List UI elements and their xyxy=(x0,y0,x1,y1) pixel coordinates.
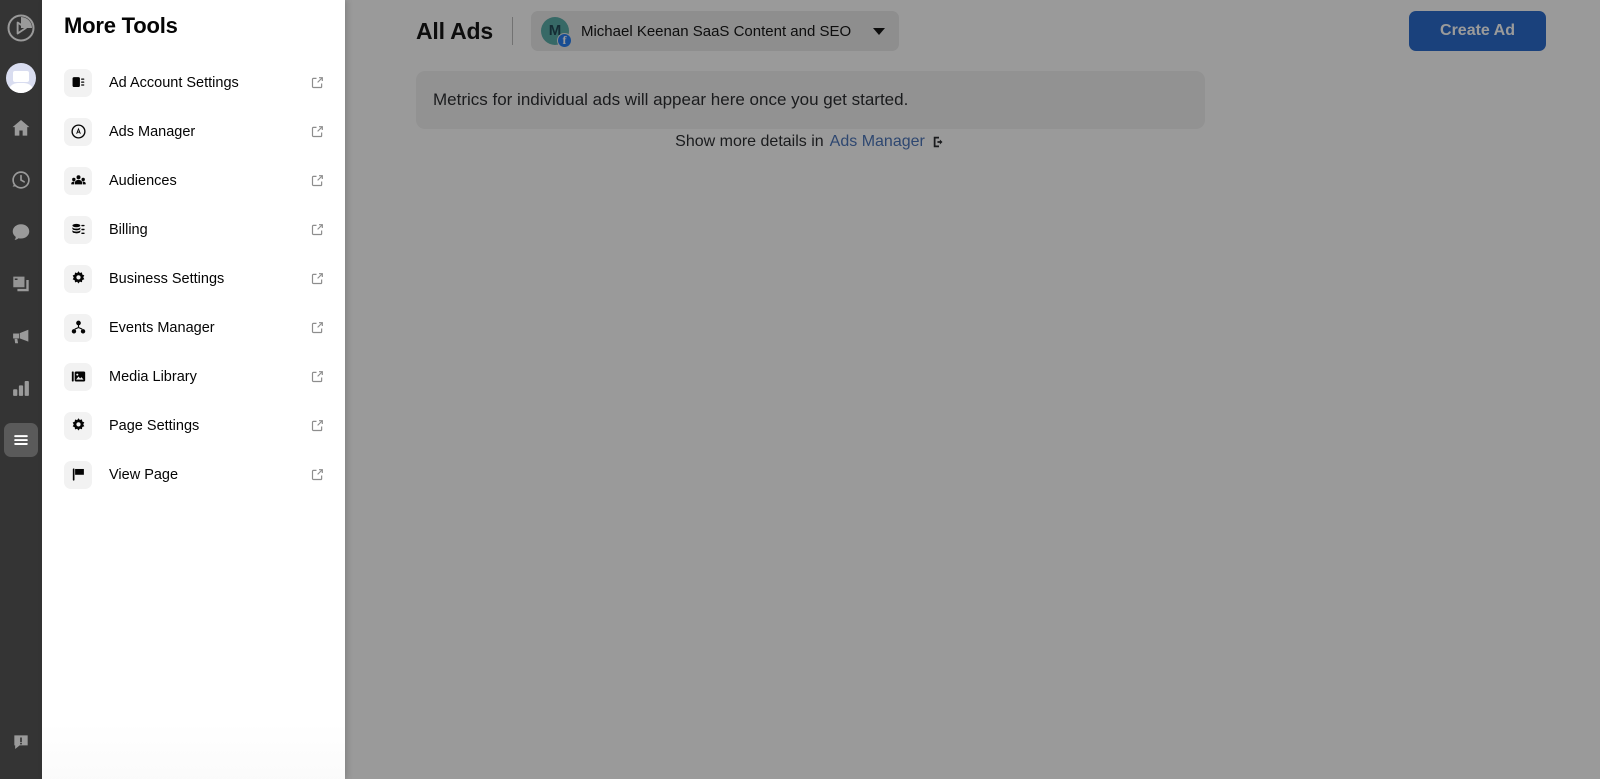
bar-chart-icon[interactable] xyxy=(4,371,38,405)
external-link-icon xyxy=(310,320,325,335)
external-link-icon xyxy=(310,124,325,139)
tool-item-audiences[interactable]: Audiences xyxy=(42,156,345,205)
external-link-icon xyxy=(310,173,325,188)
chevron-down-icon xyxy=(873,27,886,35)
panel-bottom-fade xyxy=(42,723,345,779)
background-ghost-panel xyxy=(765,738,1600,779)
page-selector-label: Michael Keenan SaaS Content and SEO xyxy=(580,22,852,40)
panel-title: More Tools xyxy=(64,13,178,38)
more-tools-list: Ad Account Settings Ads Manager Audience… xyxy=(42,58,345,499)
external-link-icon xyxy=(310,75,325,90)
empty-state-card: Metrics for individual ads will appear h… xyxy=(416,71,1205,129)
avatar: M f xyxy=(540,17,572,48)
ad-account-icon xyxy=(64,68,92,97)
details-prefix-text: Show more details in xyxy=(675,133,824,150)
tool-item-label: Business Settings xyxy=(109,270,225,287)
tool-item-label: Billing xyxy=(109,221,148,238)
media-library-image-icon xyxy=(64,362,92,391)
tool-item-label: Media Library xyxy=(109,368,197,385)
tool-item-label: View Page xyxy=(109,466,179,483)
tool-item-business-settings[interactable]: Business Settings xyxy=(42,254,345,303)
show-more-details-row: Show more details in Ads Manager xyxy=(416,133,1205,151)
audiences-people-icon xyxy=(64,166,92,195)
tool-item-ad-account-settings[interactable]: Ad Account Settings xyxy=(42,58,345,107)
megaphone-icon[interactable] xyxy=(4,319,38,353)
billing-coins-icon xyxy=(64,215,92,244)
tool-item-ads-manager[interactable]: Ads Manager xyxy=(42,107,345,156)
external-link-icon xyxy=(310,271,325,286)
external-link-icon xyxy=(310,467,325,482)
events-manager-icon xyxy=(64,313,92,342)
tool-item-label: Page Settings xyxy=(109,417,200,434)
gear-icon xyxy=(64,411,92,440)
ads-manager-link[interactable]: Ads Manager xyxy=(830,133,925,151)
external-link-icon xyxy=(310,418,325,433)
tool-item-page-settings[interactable]: Page Settings xyxy=(42,401,345,450)
ads-manager-icon xyxy=(64,117,92,146)
app-root: All Ads M f Michael Keenan SaaS Content … xyxy=(0,0,1600,779)
empty-state-message: Metrics for individual ads will appear h… xyxy=(433,90,909,109)
external-link-icon xyxy=(310,369,325,384)
left-icon-rail xyxy=(0,0,42,779)
hamburger-menu-icon[interactable] xyxy=(4,423,38,457)
header-divider xyxy=(511,17,513,45)
tool-item-media-library[interactable]: Media Library xyxy=(42,352,345,401)
top-header-bar: All Ads M f Michael Keenan SaaS Content … xyxy=(345,0,1600,62)
windows-pages-icon[interactable] xyxy=(4,267,38,301)
tool-item-billing[interactable]: Billing xyxy=(42,205,345,254)
more-tools-panel: More Tools Ad Account Settings Ads Manag… xyxy=(42,0,345,779)
tool-item-events-manager[interactable]: Events Manager xyxy=(42,303,345,352)
external-link-icon xyxy=(310,222,325,237)
tool-item-label: Ads Manager xyxy=(109,123,196,140)
tool-item-label: Ad Account Settings xyxy=(109,74,239,91)
tool-item-view-page[interactable]: View Page xyxy=(42,450,345,499)
home-icon[interactable] xyxy=(4,111,38,145)
clock-history-icon[interactable] xyxy=(4,163,38,197)
page-title: All Ads xyxy=(416,17,493,44)
profile-avatar-icon[interactable] xyxy=(6,63,36,93)
tool-item-label: Audiences xyxy=(109,172,177,189)
gear-icon xyxy=(64,264,92,293)
chat-bubble-icon[interactable] xyxy=(4,215,38,249)
external-exit-icon[interactable] xyxy=(932,135,946,149)
play-circle-icon[interactable] xyxy=(4,11,38,45)
page-selector-dropdown[interactable]: M f Michael Keenan SaaS Content and SEO xyxy=(530,11,900,51)
main-column: All Ads M f Michael Keenan SaaS Content … xyxy=(345,0,1600,779)
tool-item-label: Events Manager xyxy=(109,319,215,336)
facebook-icon: f xyxy=(556,33,572,48)
alert-bubble-icon[interactable] xyxy=(4,725,38,759)
create-ad-button[interactable]: Create Ad xyxy=(1409,11,1546,51)
flag-icon xyxy=(64,460,92,489)
